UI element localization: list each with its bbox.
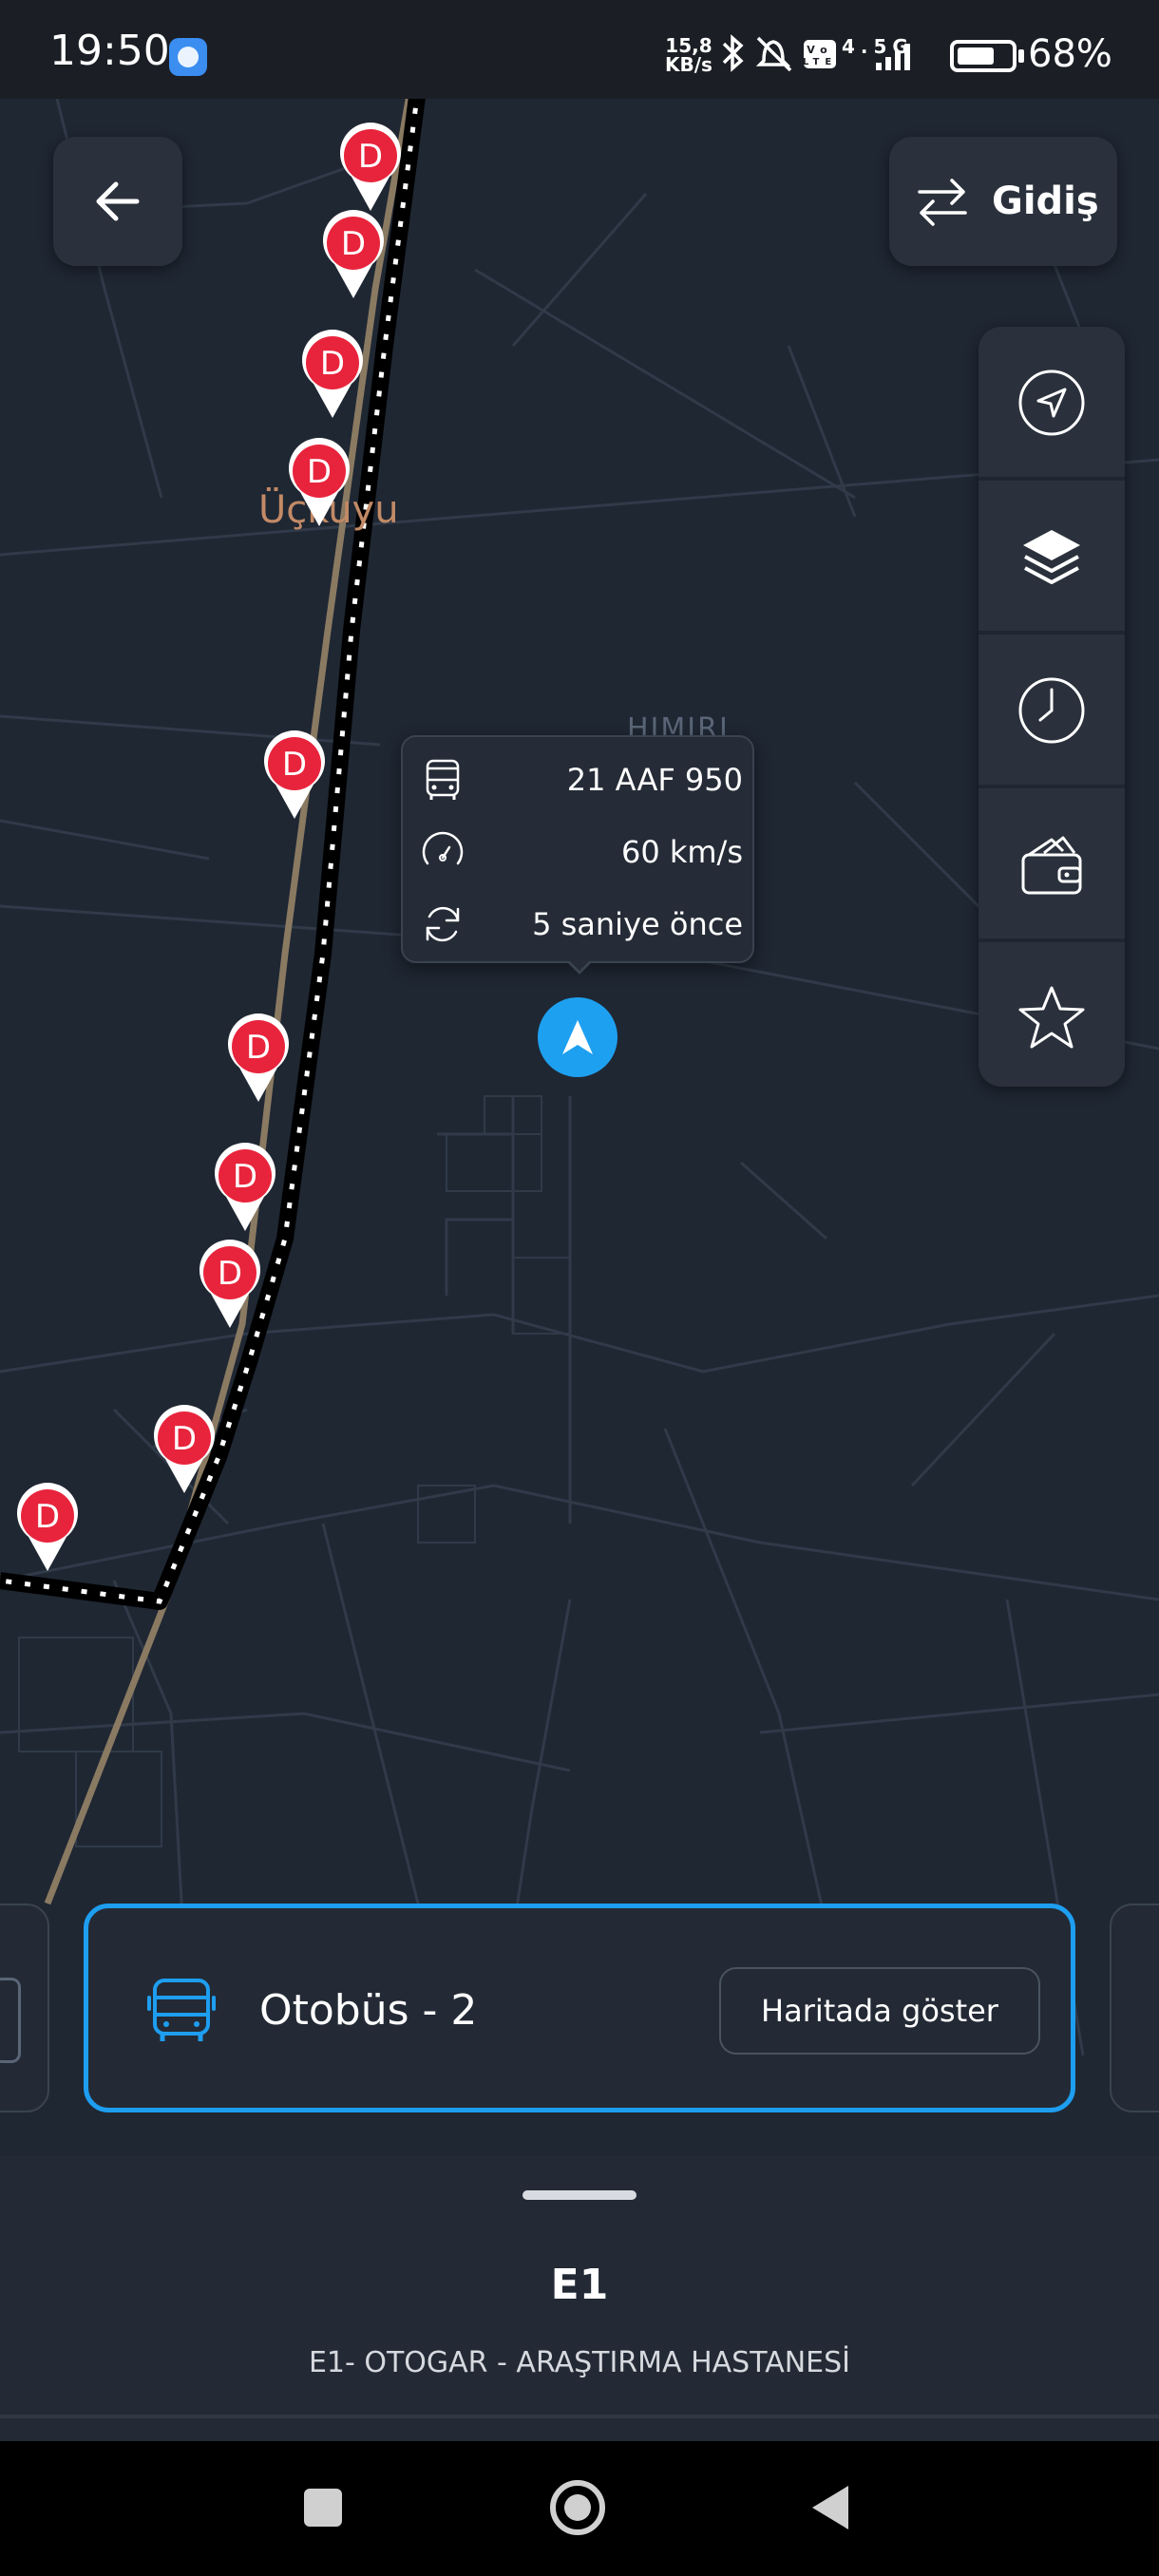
svg-text:D: D xyxy=(246,1029,271,1067)
battery-cap xyxy=(1018,49,1024,63)
vehicle-info-popup: 21 AAF 950 60 km/s 5 saniye önce xyxy=(401,735,754,975)
plate-row: 21 AAF 950 xyxy=(420,748,743,811)
layers-icon xyxy=(1023,530,1080,584)
bus-card[interactable]: Otobüs - 2 Haritada göster xyxy=(84,1904,1075,2112)
svg-text:LTE: LTE xyxy=(803,57,837,67)
status-time: 19:50 xyxy=(49,27,170,75)
schedule-button[interactable] xyxy=(978,635,1125,786)
app-notification-icon xyxy=(169,38,207,76)
network-rate-unit: KB/s xyxy=(665,53,712,76)
wallet-icon xyxy=(1021,836,1082,895)
bus-icon xyxy=(147,1979,216,2041)
vehicle-marker[interactable] xyxy=(538,997,618,1077)
svg-text:D: D xyxy=(320,345,345,383)
popup-pointer xyxy=(566,959,593,975)
svg-text:D: D xyxy=(218,1255,242,1293)
clock-icon xyxy=(1018,677,1085,744)
locate-button[interactable] xyxy=(978,327,1125,479)
back-nav-button[interactable] xyxy=(792,2470,868,2546)
sheet-divider xyxy=(0,2415,1159,2418)
square-icon xyxy=(304,2489,342,2527)
svg-text:D: D xyxy=(307,453,332,491)
bluetooth-icon xyxy=(722,34,744,72)
direction-label: Gidiş xyxy=(992,180,1099,223)
svg-text:D: D xyxy=(358,138,383,176)
system-nav-bar xyxy=(0,2441,1159,2576)
bus-card-title: Otobüs - 2 xyxy=(259,1986,478,2035)
stop-marker[interactable]: D xyxy=(196,1239,264,1330)
previous-card-button xyxy=(0,1978,21,2063)
network-rate-value: 15,8 xyxy=(665,34,712,57)
show-on-map-button[interactable]: Haritada göster xyxy=(719,1967,1040,2055)
stop-marker[interactable]: D xyxy=(211,1142,279,1233)
favorites-button[interactable] xyxy=(978,942,1125,1094)
wallet-button[interactable] xyxy=(978,788,1125,940)
previous-card[interactable] xyxy=(0,1904,49,2112)
back-button[interactable] xyxy=(53,137,182,266)
navigation-icon xyxy=(1018,369,1085,436)
stop-marker[interactable]: D xyxy=(336,122,405,213)
svg-text:D: D xyxy=(172,1420,197,1458)
stop-marker[interactable]: D xyxy=(319,209,388,300)
sheet-drag-handle[interactable] xyxy=(522,2190,636,2200)
svg-text:Vo: Vo xyxy=(807,44,832,56)
svg-text:D: D xyxy=(282,746,307,784)
stop-marker[interactable]: D xyxy=(298,329,367,420)
svg-text:D: D xyxy=(233,1158,257,1196)
speed-row: 60 km/s xyxy=(420,821,743,883)
route-name: E1- OTOGAR - ARAŞTIRMA HASTANESİ xyxy=(308,2346,851,2379)
svg-text:D: D xyxy=(35,1498,60,1536)
triangle-back-icon xyxy=(812,2486,848,2529)
refresh-icon xyxy=(426,906,460,942)
muted-icon xyxy=(755,36,792,72)
speed-value: 60 km/s xyxy=(620,834,743,870)
home-button[interactable] xyxy=(540,2470,616,2546)
status-icons: Vo LTE 4.5G xyxy=(722,34,914,72)
stop-marker[interactable]: D xyxy=(285,437,353,528)
updated-row: 5 saniye önce xyxy=(420,893,743,956)
volte-icon: Vo LTE xyxy=(803,40,837,68)
status-bar: 19:50 15,8 KB/s Vo LTE 4.5G 68% xyxy=(0,0,1159,99)
route-line xyxy=(0,99,426,1610)
svg-text:D: D xyxy=(341,225,366,263)
layers-button[interactable] xyxy=(978,481,1125,633)
route-bottom-sheet[interactable]: E1 E1- OTOGAR - ARAŞTIRMA HASTANESİ xyxy=(0,2156,1159,2441)
network-rate: 15,8 KB/s xyxy=(665,36,712,74)
direction-toggle-button[interactable]: Gidiş xyxy=(889,137,1117,266)
speedometer-icon xyxy=(422,831,464,865)
home-circle-icon xyxy=(550,2480,605,2535)
battery-percent: 68% xyxy=(1028,32,1112,76)
bus-icon xyxy=(426,759,460,800)
swap-arrows-icon xyxy=(918,179,967,226)
stop-marker[interactable]: D xyxy=(150,1404,218,1495)
network-type-label: 4.5G xyxy=(842,35,914,58)
stop-marker[interactable]: D xyxy=(13,1482,82,1573)
arrow-left-icon xyxy=(96,181,140,221)
stop-marker[interactable]: D xyxy=(224,1013,293,1104)
stop-marker[interactable]: D xyxy=(260,729,329,821)
map-tools-panel xyxy=(978,327,1125,1087)
route-code: E1 xyxy=(550,2261,609,2309)
star-icon xyxy=(1018,986,1085,1049)
battery-icon xyxy=(950,40,1016,72)
plate-number: 21 AAF 950 xyxy=(566,762,743,798)
recents-button[interactable] xyxy=(285,2470,361,2546)
updated-time: 5 saniye önce xyxy=(532,906,743,942)
navigation-arrow-icon xyxy=(562,1020,593,1054)
next-card[interactable] xyxy=(1110,1904,1159,2112)
